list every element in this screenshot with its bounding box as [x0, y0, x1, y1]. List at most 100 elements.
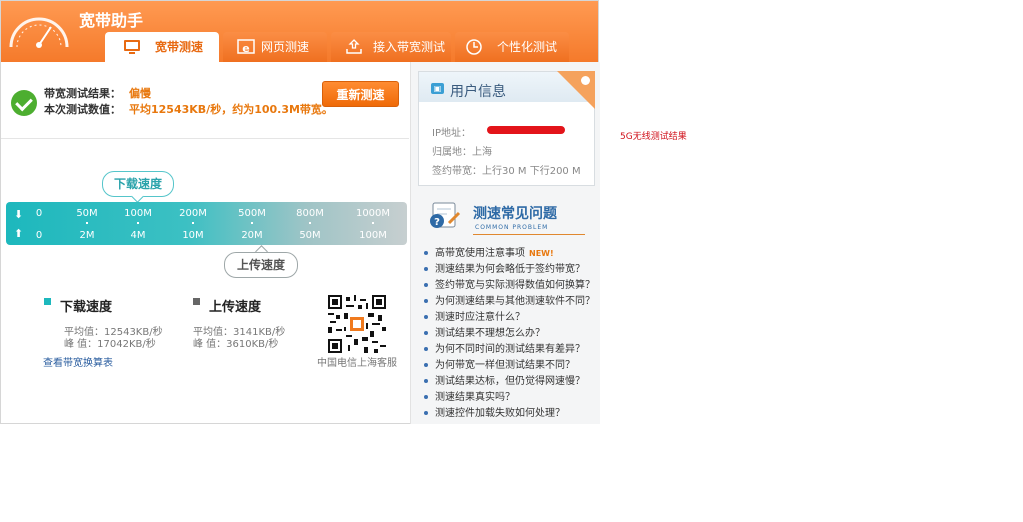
- bullet-icon: [424, 267, 428, 271]
- annotation-text: 5G无线测试结果: [620, 132, 687, 142]
- scale-tick-mark: [192, 222, 194, 224]
- tab-label: 宽带测速: [155, 40, 204, 54]
- upload-tick-label: 0: [35, 230, 43, 241]
- tab-webpage-speed[interactable]: e 网页测速: [223, 32, 327, 62]
- faq-item-text: 签约带宽与实际测得数值如何换算？: [435, 280, 595, 291]
- upload-bubble-label: 上传速度: [236, 258, 285, 272]
- scale-tick-mark: [372, 222, 374, 224]
- result-label: 带宽测试结果：: [44, 87, 121, 100]
- bullet-icon: [424, 395, 428, 399]
- download-tray-icon: ⬇: [13, 208, 24, 221]
- bullet-icon: [424, 363, 428, 367]
- region-text: 归属地：上海: [432, 147, 492, 158]
- svg-text:?: ?: [434, 217, 440, 228]
- contracted-bandwidth: 签约带宽：上行30 M 下行200 M: [432, 166, 581, 177]
- faq-item[interactable]: 测速结果真实吗？: [424, 388, 515, 403]
- download-bubble-label: 下载速度: [113, 177, 162, 191]
- faq-item[interactable]: 测试结果达标，但仍觉得网速慢？: [424, 372, 585, 387]
- download-tick-label: 50M: [76, 208, 98, 219]
- bullet-icon: [424, 411, 428, 415]
- faq-item[interactable]: 高带宽使用注意事项 NEW!: [424, 244, 554, 259]
- upload-tick-label: 100M: [359, 230, 387, 241]
- qr-code-icon: [328, 295, 386, 353]
- page-curl-decoration: [557, 71, 595, 109]
- faq-item[interactable]: 测试结果不理想怎么办？: [424, 324, 545, 339]
- qr-code-label: 中国电信上海客服: [317, 358, 397, 369]
- scale-tick-mark: [251, 222, 253, 224]
- bullet-icon: [424, 379, 428, 383]
- faq-item[interactable]: 签约带宽与实际测得数值如何换算？: [424, 276, 595, 291]
- faq-item[interactable]: 为何不同时间的测试结果有差异？: [424, 340, 585, 355]
- user-info-card: ▣ 用户信息 IP地址： 归属地：上海 签约带宽：上行30 M 下行200 M: [418, 71, 595, 186]
- upload-peak: 峰 值：3610KB/秒: [193, 339, 279, 350]
- faq-item-text: 测速控件加载失败如何处理？: [435, 408, 565, 419]
- faq-item-text: 测试结果达标，但仍觉得网速慢？: [435, 376, 585, 387]
- new-badge: NEW!: [529, 249, 554, 258]
- monitor-icon: [124, 40, 140, 54]
- faq-item-text: 测试结果不理想怎么办？: [435, 328, 545, 339]
- ip-redaction-mark: [487, 126, 565, 134]
- app-header: 宽带助手 宽带测速 e 网页测速 接入带宽测试 个性化测试: [1, 1, 598, 62]
- result-panel: 带宽测试结果： 偏慢 本次测试数值： 平均12543KB/秒，约为100.3M带…: [1, 62, 409, 139]
- download-stats-title: 下载速度: [60, 300, 113, 315]
- broadband-assistant-window: 宽带助手 宽带测速 e 网页测速 接入带宽测试 个性化测试 带宽测试结果： 偏慢…: [0, 0, 600, 424]
- bullet-icon: [424, 315, 428, 319]
- id-card-icon: ▣: [431, 83, 444, 94]
- bullet-icon: [424, 299, 428, 303]
- bullet-icon: [424, 347, 428, 351]
- tab-personalized-test[interactable]: 个性化测试: [455, 32, 569, 62]
- faq-item-text: 为何带宽一样但测试结果不同？: [435, 360, 575, 371]
- svg-text:e: e: [242, 42, 249, 55]
- faq-item-text: 高带宽使用注意事项: [435, 248, 525, 259]
- faq-subtitle: COMMON PROBLEM: [475, 224, 549, 231]
- bullet-icon: [424, 331, 428, 335]
- faq-item[interactable]: 为何测速结果与其他测速软件不同？: [424, 292, 595, 307]
- upload-tick-label: 4M: [130, 230, 146, 241]
- user-info-title: 用户信息: [450, 84, 506, 100]
- faq-item[interactable]: 测速时应注意什么？: [424, 308, 525, 323]
- speedometer-logo-icon: [9, 17, 69, 48]
- upload-speed-bubble: 上传速度: [224, 252, 298, 278]
- tab-label: 接入带宽测试: [373, 40, 446, 54]
- speed-scale-bar: ⬇ ⬆ 0 50M 100M 200M 500M 800M 1000M 0 2M 4M 10M 20…: [6, 202, 407, 245]
- bullet-icon: [424, 283, 428, 287]
- upload-stats-title: 上传速度: [209, 300, 262, 315]
- clock-icon: [466, 39, 482, 55]
- retest-button[interactable]: 重新测速: [322, 81, 399, 107]
- ie-browser-icon: e: [237, 39, 255, 55]
- side-panel: ▣ 用户信息 IP地址： 归属地：上海 签约带宽：上行30 M 下行200 M …: [410, 62, 600, 424]
- download-tick-label: 200M: [179, 208, 207, 219]
- scale-tick-mark: [309, 222, 311, 224]
- upload-tray-icon: [346, 39, 362, 54]
- check-icon: [11, 90, 37, 116]
- faq-item[interactable]: 测速结果为何会略低于签约带宽？: [424, 260, 585, 275]
- download-tick-label: 100M: [124, 208, 152, 219]
- tab-broadband-speed[interactable]: 宽带测速: [105, 32, 219, 62]
- close-icon[interactable]: [581, 76, 590, 85]
- upload-legend-marker: [193, 298, 200, 305]
- upload-tick-label: 2M: [79, 230, 95, 241]
- tab-label: 个性化测试: [497, 40, 558, 54]
- faq-item-text: 测速时应注意什么？: [435, 312, 525, 323]
- faq-title: 测速常见问题: [473, 206, 557, 222]
- scale-tick-mark: [86, 222, 88, 224]
- conversion-table-link[interactable]: 查看带宽换算表: [43, 354, 113, 369]
- upload-tray-icon: ⬆: [13, 227, 24, 240]
- faq-item-text: 测速结果真实吗？: [435, 392, 515, 403]
- faq-item-text: 为何测速结果与其他测速软件不同？: [435, 296, 595, 307]
- upload-tick-label: 10M: [182, 230, 204, 241]
- faq-item[interactable]: 测速控件加载失败如何处理？: [424, 404, 565, 419]
- download-peak: 峰 值：17042KB/秒: [64, 339, 156, 350]
- faq-item-text: 为何不同时间的测试结果有差异？: [435, 344, 585, 355]
- faq-divider: [473, 234, 585, 235]
- tab-access-bandwidth[interactable]: 接入带宽测试: [331, 32, 451, 62]
- download-legend-marker: [44, 298, 51, 305]
- faq-item[interactable]: 为何带宽一样但测试结果不同？: [424, 356, 575, 371]
- download-tick-label: 0: [35, 208, 43, 219]
- download-tick-label: 800M: [296, 208, 324, 219]
- upload-tick-label: 50M: [299, 230, 321, 241]
- download-tick-label: 500M: [238, 208, 266, 219]
- download-tick-label: 1000M: [355, 208, 391, 219]
- value-text: 平均12543KB/秒，约为100.3M带宽。: [129, 103, 333, 116]
- value-label: 本次测试数值：: [44, 103, 121, 116]
